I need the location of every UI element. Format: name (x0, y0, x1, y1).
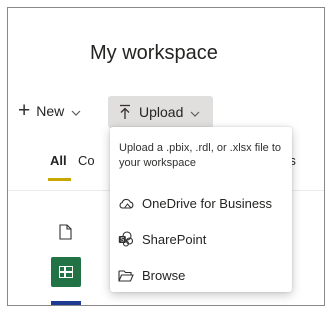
cloud-icon (118, 195, 134, 211)
menu-item-sharepoint[interactable]: S SharePoint (110, 224, 292, 254)
excel-icon[interactable] (51, 257, 81, 287)
tab-all[interactable]: All (50, 153, 67, 168)
menu-item-label: Browse (142, 267, 186, 283)
menu-item-onedrive[interactable]: OneDrive for Business (110, 188, 292, 218)
sharepoint-icon: S (118, 231, 134, 247)
upload-button-label: Upload (139, 104, 184, 120)
new-button[interactable]: + New (18, 99, 81, 122)
upload-menu: Upload a .pbix, .rdl, or .xlsx file to y… (110, 127, 292, 292)
new-button-label: New (36, 103, 65, 119)
upload-icon (119, 104, 131, 120)
menu-item-browse[interactable]: Browse (110, 260, 292, 290)
page-title: My workspace (90, 42, 218, 64)
svg-text:S: S (120, 238, 124, 244)
upload-button[interactable]: Upload (108, 96, 213, 128)
menu-item-label: OneDrive for Business (142, 195, 273, 211)
menu-item-label: SharePoint (142, 231, 207, 247)
active-tab-indicator (48, 178, 71, 181)
plus-icon: + (18, 99, 31, 122)
toolbar: + New Upload (8, 94, 324, 130)
report-icon[interactable] (51, 301, 81, 305)
folder-icon (118, 267, 134, 283)
tab-content[interactable]: Co (78, 153, 95, 168)
chevron-down-icon (71, 103, 81, 119)
upload-menu-description: Upload a .pbix, .rdl, or .xlsx file to y… (119, 142, 282, 169)
workspace-panel: My workspace + New Upload All Co Upload … (7, 7, 325, 306)
document-icon (59, 224, 72, 245)
chevron-down-icon (190, 104, 200, 120)
